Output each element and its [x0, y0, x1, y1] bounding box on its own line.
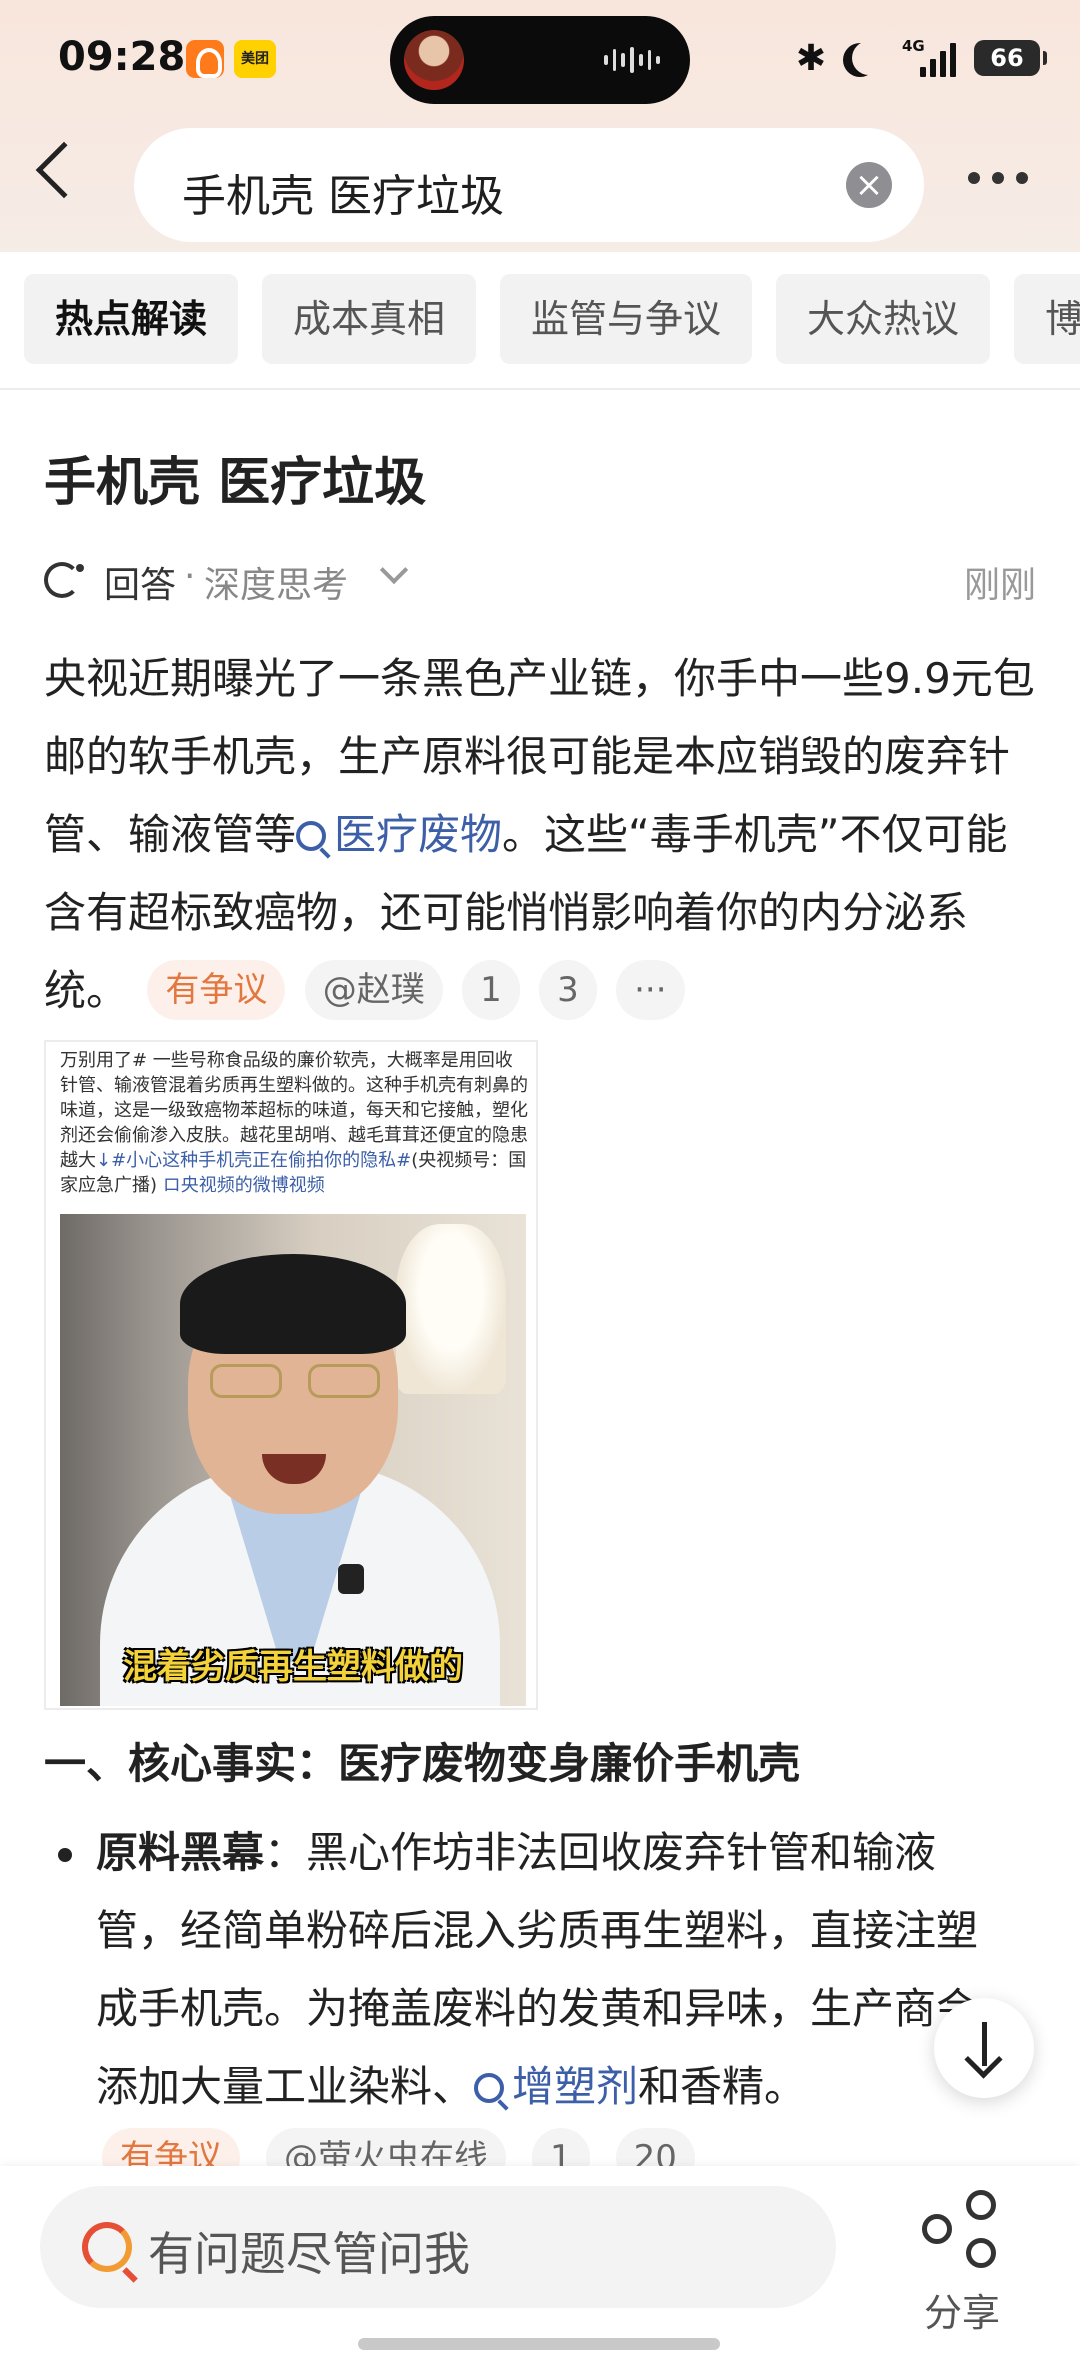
chevron-down-icon[interactable]	[379, 555, 409, 585]
tab-cost-truth[interactable]: 成本真相	[262, 274, 477, 364]
medical-waste-link[interactable]: 医疗废物	[296, 810, 502, 859]
answer-paragraph: 央视近期曝光了一条黑色产业链，你手中一些9.9元包邮的软手机壳，生产原料很可能是…	[44, 640, 1040, 1030]
ai-search-icon	[82, 2222, 132, 2272]
search-query-text: 手机壳 医疗垃圾	[182, 171, 504, 222]
bullet-text: 和香精。	[638, 2062, 807, 2111]
more-options-icon[interactable]	[968, 172, 1028, 184]
cellular-signal-icon: 4G	[902, 37, 958, 79]
bluetooth-icon: ✱	[795, 37, 826, 79]
tab-public-discussion[interactable]: 大众热议	[776, 274, 991, 364]
page-title: 手机壳 医疗垃圾	[44, 453, 427, 513]
glasses-shape	[210, 1364, 380, 1400]
video-thumbnail: 混着劣质再生塑料做的	[60, 1214, 526, 1706]
ask-placeholder: 有问题尽管问我	[148, 2227, 470, 2281]
scroll-down-button[interactable]	[934, 1998, 1034, 2098]
search-icon	[296, 821, 327, 851]
post-video-link: ロ央视频的微博视频	[162, 1175, 325, 1196]
dynamic-island[interactable]	[390, 16, 690, 104]
video-subtitle: 混着劣质再生塑料做的	[123, 1647, 463, 1687]
divider	[0, 388, 1080, 390]
more-references-chip[interactable]: ···	[616, 960, 685, 1020]
tab-partial-next[interactable]: 博	[1014, 274, 1080, 364]
ask-input[interactable]: 有问题尽管问我	[40, 2186, 836, 2308]
lapel-mic-shape	[338, 1564, 364, 1594]
hair-shape	[180, 1254, 406, 1354]
status-time: 09:28	[58, 34, 186, 80]
bullet-title: 原料黑幕	[96, 1828, 265, 1877]
share-button[interactable]: 分享	[892, 2182, 1032, 2335]
home-indicator[interactable]	[358, 2338, 720, 2350]
share-icon	[922, 2190, 1002, 2270]
ai-answer-icon	[44, 562, 84, 598]
video-post-card[interactable]: 万别用了# 一些号称食品级的廉价软壳，大概率是用回收针管、输液管混着劣质再生塑料…	[44, 1040, 538, 1710]
reference-chip[interactable]: 3	[539, 960, 597, 1020]
do-not-disturb-icon	[852, 41, 886, 75]
post-hashtag: ↓#小心这种手机壳正在偷拍你的隐私#	[96, 1150, 412, 1171]
medical-waste-link-label: 医疗废物	[334, 810, 503, 859]
source-chip[interactable]: @赵璞	[304, 960, 443, 1020]
audio-waveform-icon	[604, 46, 661, 74]
system-icons: ✱ 4G 66	[795, 34, 1047, 82]
app-notification-icon	[186, 40, 224, 78]
reference-chip[interactable]: 1	[462, 960, 520, 1020]
plasticizer-link-label: 增塑剂	[512, 2062, 639, 2111]
dispute-badge[interactable]: 有争议	[147, 960, 286, 1020]
share-label: 分享	[923, 2291, 1000, 2335]
meta-separator: ·	[184, 556, 196, 597]
tab-hot-topics[interactable]: 热点解读	[24, 274, 239, 364]
answer-meta-row: 回答 · 深度思考 刚刚	[44, 552, 1036, 608]
live-activity-avatar	[404, 30, 464, 90]
section-heading: 一、核心事实：医疗废物变身廉价手机壳	[44, 1739, 801, 1788]
tab-regulation-dispute[interactable]: 监管与争议	[500, 274, 753, 364]
search-icon	[474, 2073, 505, 2103]
bullet-icon	[58, 1848, 72, 1862]
topic-tabs: 热点解读 成本真相 监管与争议 大众热议 博	[24, 274, 1080, 364]
lamp-shape	[396, 1224, 506, 1394]
meituan-app-icon: 美团	[234, 40, 276, 78]
battery-indicator: 66	[974, 40, 1047, 76]
post-caption: 万别用了# 一些号称食品级的廉价软壳，大概率是用回收针管、输液管混着劣质再生塑料…	[60, 1048, 530, 1198]
answer-label: 回答	[104, 565, 177, 606]
answer-timestamp: 刚刚	[963, 565, 1036, 606]
list-item: 原料黑幕：黑心作坊非法回收废弃针管和输液管，经简单粉碎后混入劣质再生塑料，直接注…	[96, 1814, 1006, 2126]
clear-search-icon[interactable]: ×	[846, 162, 892, 208]
plasticizer-link[interactable]: 增塑剂	[474, 2062, 638, 2111]
search-input[interactable]: 手机壳 医疗垃圾 ×	[134, 128, 924, 242]
deep-thinking-toggle[interactable]: 深度思考	[204, 556, 348, 608]
status-bar: 09:28 美团 ✱ 4G 66	[0, 0, 1080, 120]
